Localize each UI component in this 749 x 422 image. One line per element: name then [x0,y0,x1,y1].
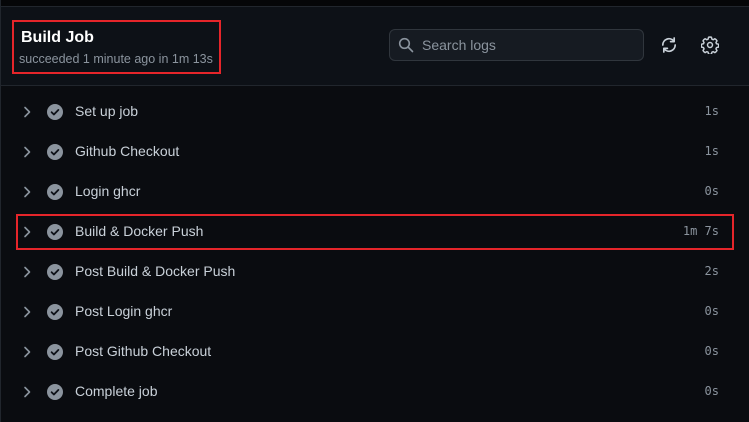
job-status-summary: succeeded 1 minute ago in 1m 13s [19,52,213,66]
step-name: Post Login ghcr [75,303,173,319]
step-name: Login ghcr [75,183,141,199]
check-circle-icon [47,264,63,280]
step-row-1[interactable]: Set up job 1s [1,92,749,132]
check-circle-icon [47,344,63,360]
refresh-icon[interactable] [660,36,678,54]
step-duration: 0s [704,384,719,398]
step-duration: 2s [704,264,719,278]
step-duration: 1s [704,144,719,158]
check-circle-icon [47,384,63,400]
step-row-8[interactable]: Complete job 0s [1,372,749,412]
step-row-6[interactable]: Post Login ghcr 0s [1,292,749,332]
step-name: Set up job [75,103,139,119]
step-name: Build & Docker Push [75,223,204,239]
chevron-right-icon[interactable] [22,305,32,319]
step-name: Post Build & Docker Push [75,263,236,279]
step-name: Github Checkout [75,143,180,159]
chevron-right-icon[interactable] [22,185,32,199]
check-circle-icon [47,304,63,320]
step-duration: 1m 7s [682,224,719,238]
chevron-right-icon[interactable] [22,385,32,399]
step-row-2[interactable]: Github Checkout 1s [1,132,749,172]
step-row-7[interactable]: Post Github Checkout 0s [1,332,749,372]
step-name: Post Github Checkout [75,343,212,359]
step-row-4[interactable]: Build & Docker Push 1m 7s [1,212,749,252]
check-circle-icon [47,144,63,160]
step-duration: 0s [704,184,719,198]
step-duration: 0s [704,304,719,318]
check-circle-icon [47,224,63,240]
check-circle-icon [47,184,63,200]
chevron-right-icon[interactable] [22,345,32,359]
gear-icon[interactable] [701,36,719,54]
step-row-5[interactable]: Post Build & Docker Push 2s [1,252,749,292]
job-log-panel: Build Job succeeded 1 minute ago in 1m 1… [0,0,749,422]
chevron-right-icon[interactable] [22,105,32,119]
step-name: Complete job [75,383,158,399]
search-logs-input[interactable] [422,30,637,60]
chevron-right-icon[interactable] [22,145,32,159]
search-icon [398,37,414,53]
step-duration: 1s [704,104,719,118]
steps-list: Set up job 1s Github Checkout 1s Login g… [1,92,749,412]
job-title-highlight: Build Job succeeded 1 minute ago in 1m 1… [12,20,221,74]
step-row-3[interactable]: Login ghcr 0s [1,172,749,212]
chevron-right-icon[interactable] [22,265,32,279]
search-logs-box[interactable] [389,29,644,61]
chevron-right-icon[interactable] [22,225,32,239]
check-circle-icon [47,104,63,120]
step-duration: 0s [704,344,719,358]
job-header: Build Job succeeded 1 minute ago in 1m 1… [1,6,749,86]
job-title: Build Job [21,29,94,46]
